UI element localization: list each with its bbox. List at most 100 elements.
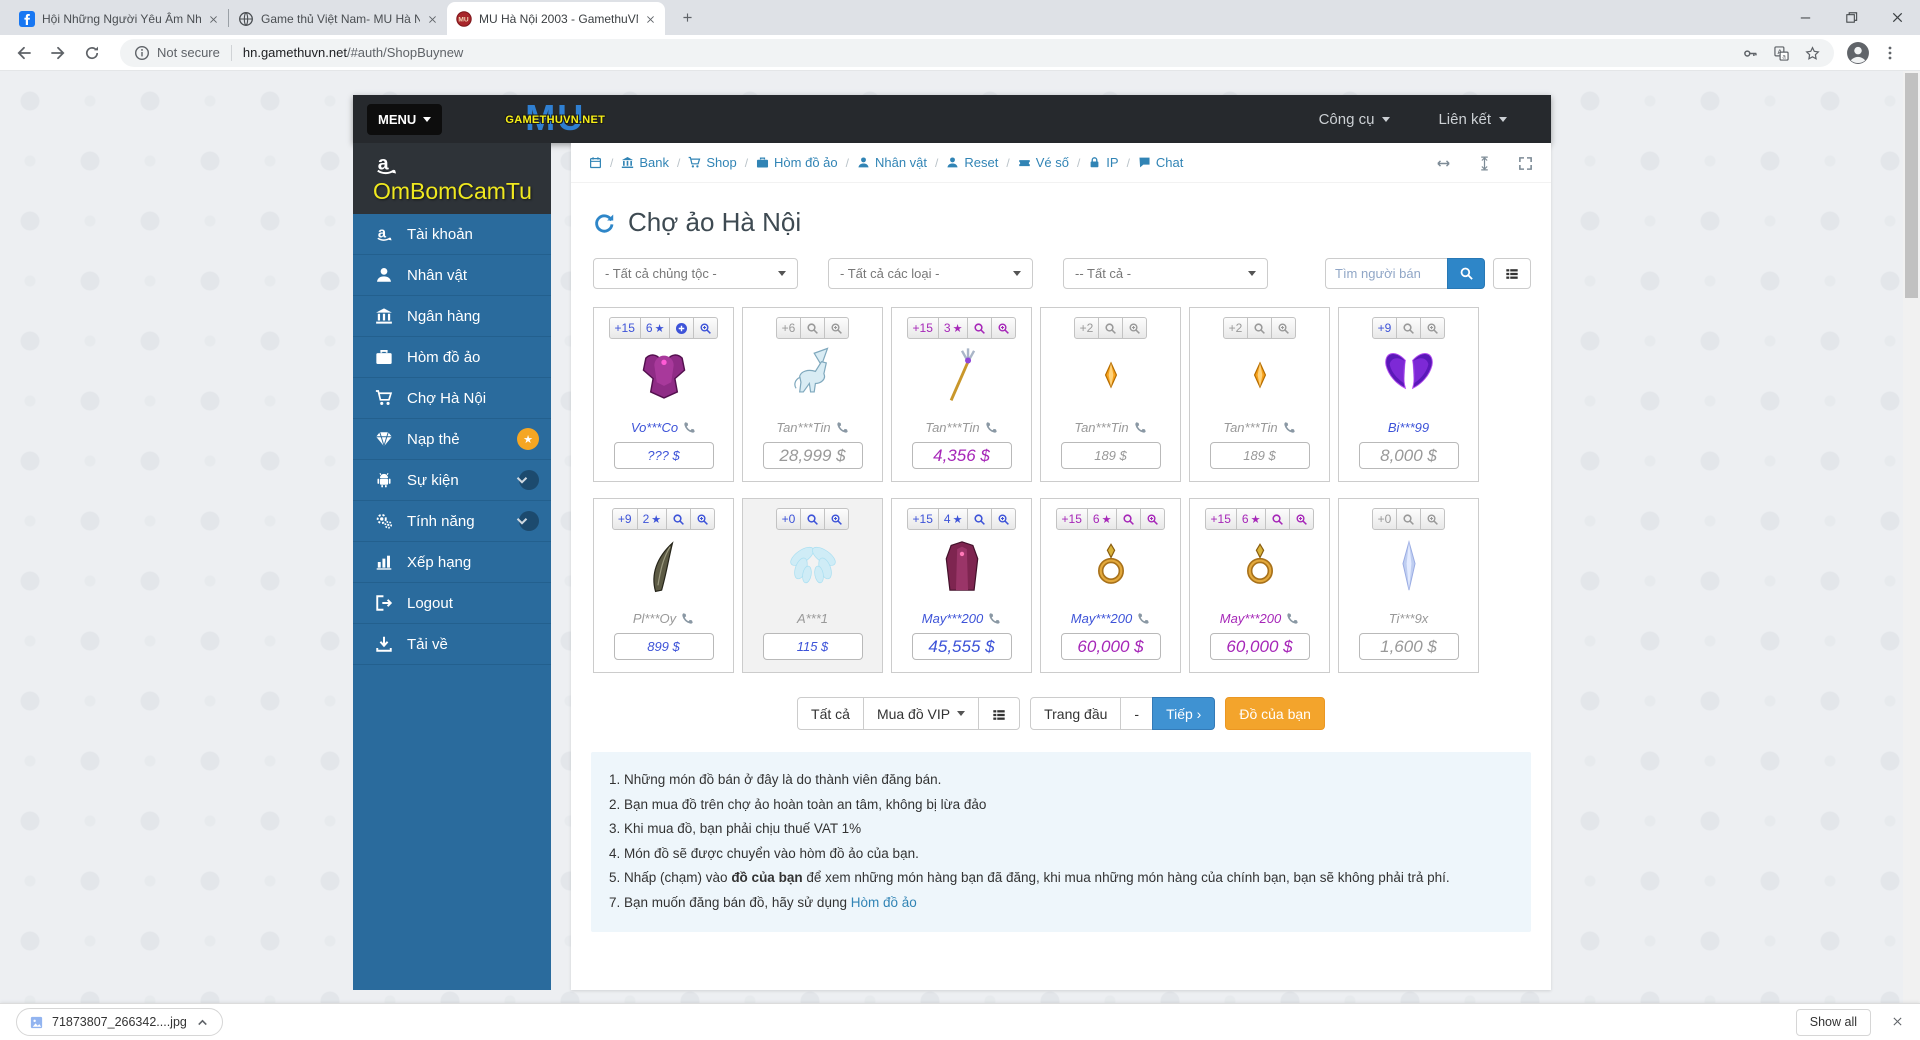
item-image[interactable] — [635, 343, 693, 407]
sidebar-item-nhân-vật[interactable]: Nhân vật — [353, 255, 551, 296]
search-button[interactable] — [1116, 508, 1141, 530]
item-seller[interactable]: Ti***9x — [1389, 611, 1429, 626]
note-link[interactable]: Hòm đồ ảo — [851, 895, 917, 910]
race-filter-select[interactable]: - Tất cả chủng tộc - — [593, 258, 798, 289]
sidebar-item-ngân-hàng[interactable]: Ngân hàng — [353, 296, 551, 337]
item-image[interactable] — [1231, 534, 1289, 598]
search-button[interactable] — [1396, 317, 1421, 339]
zoom-in-button[interactable] — [1140, 508, 1165, 530]
security-label[interactable]: Not secure — [157, 45, 220, 60]
search-button[interactable] — [1098, 317, 1123, 339]
item-image[interactable] — [1082, 343, 1140, 407]
item-seller[interactable]: Tan***Tin — [925, 420, 997, 435]
item-seller[interactable]: Tan***Tin — [1223, 420, 1295, 435]
item-image[interactable] — [933, 343, 991, 407]
search-button[interactable] — [1396, 508, 1421, 530]
item-card[interactable]: +154★May***20045,555 $ — [891, 498, 1032, 673]
search-button[interactable] — [967, 508, 992, 530]
search-button[interactable] — [1447, 258, 1485, 289]
zoom-in-button[interactable] — [1271, 317, 1296, 339]
item-card[interactable]: +2Tan***Tin189 $ — [1040, 307, 1181, 482]
plus-circle-button[interactable] — [669, 317, 694, 339]
breadcrumb-link[interactable] — [589, 156, 602, 169]
search-button[interactable] — [800, 508, 825, 530]
search-button[interactable] — [967, 317, 992, 339]
chevron-up-icon[interactable] — [195, 1014, 210, 1029]
download-close-icon[interactable] — [1891, 1013, 1904, 1031]
sidebar-item-hòm-đồ-ảo[interactable]: Hòm đồ ảo — [353, 337, 551, 378]
item-card[interactable]: +156★Vo***Co??? $ — [593, 307, 734, 482]
item-price[interactable]: 60,000 $ — [1210, 633, 1310, 660]
seller-search-input[interactable] — [1325, 258, 1447, 289]
translate-icon[interactable]: Aa — [1774, 44, 1789, 59]
close-button[interactable] — [1874, 0, 1920, 35]
zoom-in-button[interactable] — [1122, 317, 1147, 339]
tab-close-icon[interactable] — [208, 12, 219, 26]
profile-avatar[interactable] — [1846, 41, 1870, 65]
search-button[interactable] — [1265, 508, 1290, 530]
zoom-in-button[interactable] — [991, 508, 1016, 530]
zoom-in-button[interactable] — [824, 317, 849, 339]
zoom-in-button[interactable] — [824, 508, 849, 530]
browser-tab[interactable]: MUMU Hà Nội 2003 - GamethuVN.n — [447, 2, 665, 35]
breadcrumb-link[interactable]: Hòm đồ ảo — [756, 155, 838, 170]
sidebar-item-tải-về[interactable]: Tải về — [353, 624, 551, 665]
item-price[interactable]: 45,555 $ — [912, 633, 1012, 660]
address-bar[interactable]: Not secure hn.gamethuvn.net/#auth/ShopBu… — [120, 39, 1834, 67]
item-card[interactable]: +0Ti***9x1,600 $ — [1338, 498, 1479, 673]
first-page-button[interactable]: Trang đầu — [1030, 697, 1121, 730]
item-price[interactable]: 189 $ — [1061, 442, 1161, 469]
all-filter-select[interactable]: -- Tất cả - — [1063, 258, 1268, 289]
item-price[interactable]: 899 $ — [614, 633, 714, 660]
show-all-button[interactable]: Show all — [1796, 1009, 1871, 1036]
item-card[interactable]: +156★May***20060,000 $ — [1189, 498, 1330, 673]
sidebar-item-tài-khoản[interactable]: aTài khoản — [353, 214, 551, 255]
item-seller[interactable]: Tan***Tin — [776, 420, 848, 435]
tools-menu[interactable]: Công cụ — [1319, 111, 1391, 128]
item-image[interactable] — [1231, 343, 1289, 407]
sidebar-item-nạp-thẻ[interactable]: Nạp thẻ★ — [353, 419, 551, 460]
restore-button[interactable] — [1828, 0, 1874, 35]
reload-button[interactable] — [78, 39, 106, 67]
sidebar-item-tính-năng[interactable]: Tính năng — [353, 501, 551, 542]
filter-all-button[interactable]: Tất cả — [797, 697, 864, 730]
breadcrumb-link[interactable]: IP — [1088, 155, 1118, 170]
breadcrumb-link[interactable]: Chat — [1138, 155, 1183, 170]
menu-button[interactable]: MENU — [367, 104, 442, 135]
sidebar-item-chợ-hà-nội[interactable]: Chợ Hà Nội — [353, 378, 551, 419]
item-seller[interactable]: May***200 — [1071, 611, 1150, 626]
item-price[interactable]: 8,000 $ — [1359, 442, 1459, 469]
tab-close-icon[interactable] — [427, 12, 438, 26]
fullscreen-icon[interactable] — [1518, 154, 1533, 170]
item-seller[interactable]: A***1 — [797, 611, 828, 626]
category-filter-select[interactable]: - Tất cả các loại - — [828, 258, 1033, 289]
star-icon[interactable] — [1805, 44, 1820, 59]
info-icon[interactable] — [134, 44, 150, 61]
vip-dropdown-button[interactable]: Mua đồ VIP — [863, 697, 979, 730]
item-image[interactable] — [784, 343, 842, 407]
links-menu[interactable]: Liên kết — [1438, 111, 1507, 128]
list-view-button[interactable] — [978, 697, 1020, 730]
item-price[interactable]: 4,356 $ — [912, 442, 1012, 469]
zoom-in-button[interactable] — [1289, 508, 1314, 530]
item-card[interactable]: +153★Tan***Tin4,356 $ — [891, 307, 1032, 482]
minimize-button[interactable] — [1782, 0, 1828, 35]
download-item[interactable]: 71873807_266342....jpg — [16, 1008, 223, 1036]
item-price[interactable]: 189 $ — [1210, 442, 1310, 469]
zoom-in-button[interactable] — [1420, 508, 1445, 530]
item-seller[interactable]: May***200 — [1220, 611, 1299, 626]
browser-tab[interactable]: Hội Những Người Yêu Âm Nhạc — [10, 2, 228, 35]
search-button[interactable] — [1247, 317, 1272, 339]
page-dash-button[interactable]: - — [1120, 697, 1153, 730]
sidebar-item-sự-kiện[interactable]: Sự kiện — [353, 460, 551, 501]
item-price[interactable]: 28,999 $ — [763, 442, 863, 469]
list-toggle-button[interactable] — [1493, 258, 1531, 289]
zoom-in-button[interactable] — [690, 508, 715, 530]
item-image[interactable] — [1082, 534, 1140, 598]
search-button[interactable] — [666, 508, 691, 530]
item-seller[interactable]: Vo***Co — [631, 420, 696, 435]
item-price[interactable]: 60,000 $ — [1061, 633, 1161, 660]
item-image[interactable] — [1380, 343, 1438, 407]
item-image[interactable] — [1380, 534, 1438, 598]
browser-tab[interactable]: Game thủ Việt Nam- MU Hà Nội — [229, 2, 447, 35]
